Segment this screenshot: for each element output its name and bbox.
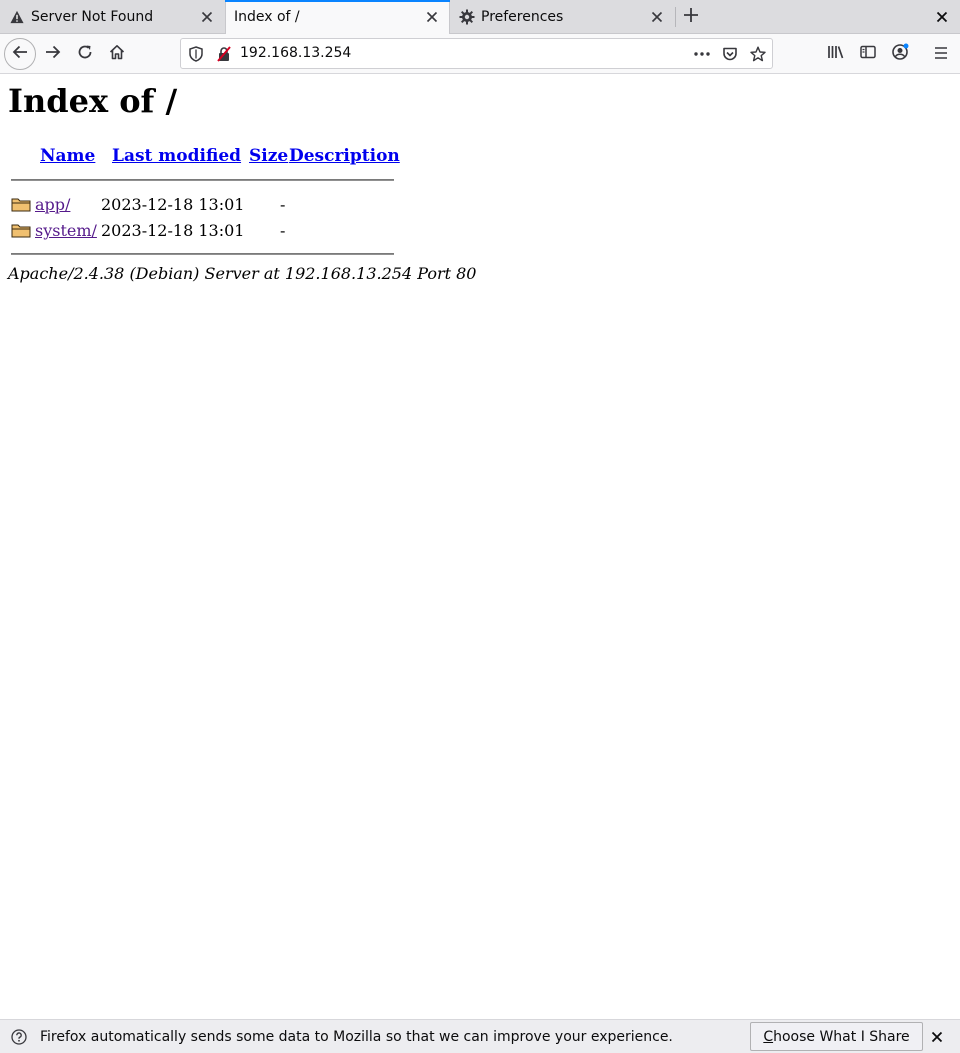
notification-message: Firefox automatically sends some data to… [40, 1029, 673, 1045]
close-tab-icon[interactable] [649, 9, 665, 25]
tab-server-not-found[interactable]: Server Not Found [0, 0, 225, 34]
entry-size: - [280, 195, 286, 214]
page-content: Index of / Name Last modified Size Descr… [0, 74, 960, 1019]
entry-size: - [280, 221, 286, 240]
sort-by-description-link[interactable]: Description [289, 146, 400, 166]
entry-link[interactable]: app/ [35, 195, 70, 214]
page-actions-icon[interactable] [693, 45, 711, 63]
pocket-icon[interactable] [721, 45, 739, 63]
plus-icon [683, 7, 699, 27]
tab-separator [675, 7, 676, 27]
close-window-button[interactable] [932, 7, 952, 27]
tab-preferences[interactable]: Preferences [450, 0, 675, 34]
help-icon [11, 1029, 27, 1045]
gear-icon [459, 9, 475, 25]
entry-modified: 2023-12-18 13:01 [101, 221, 245, 240]
folder-icon [11, 222, 31, 238]
sidebar-icon [860, 44, 876, 64]
choose-what-i-share-button[interactable]: Choose What I Share [750, 1022, 923, 1051]
close-tab-icon[interactable] [424, 9, 440, 25]
close-tab-icon[interactable] [199, 9, 215, 25]
insecure-lock-icon[interactable] [215, 45, 233, 63]
navigation-toolbar: 192.168.13.254 [0, 34, 960, 74]
menu-button[interactable] [930, 43, 952, 65]
close-icon [936, 8, 948, 27]
reload-button[interactable] [69, 38, 101, 70]
sidebar-button[interactable] [857, 43, 879, 65]
reload-icon [77, 44, 93, 64]
tab-label: Preferences [481, 9, 564, 25]
home-button[interactable] [101, 38, 133, 70]
url-text[interactable]: 192.168.13.254 [240, 45, 351, 61]
sort-by-last-modified-link[interactable]: Last modified [112, 146, 241, 166]
new-tab-button[interactable] [681, 7, 701, 27]
arrow-right-icon [45, 44, 61, 64]
library-button[interactable] [825, 43, 847, 65]
forward-button[interactable] [37, 38, 69, 70]
page-title: Index of / [8, 82, 178, 120]
server-signature: Apache/2.4.38 (Debian) Server at 192.168… [8, 264, 477, 283]
library-icon [827, 44, 845, 64]
tab-label: Index of / [234, 9, 300, 25]
hamburger-icon [933, 45, 949, 64]
shield-icon[interactable] [187, 45, 205, 63]
back-button[interactable] [4, 38, 36, 70]
home-icon [109, 44, 125, 64]
close-notification-button[interactable] [929, 1029, 945, 1045]
data-collection-notification: Firefox automatically sends some data to… [0, 1019, 960, 1053]
entry-link[interactable]: system/ [35, 221, 97, 240]
button-accesskey: C [763, 1028, 774, 1045]
folder-icon [11, 196, 31, 212]
divider [11, 253, 394, 255]
warning-icon [9, 9, 25, 25]
account-button[interactable] [889, 43, 911, 65]
divider [11, 179, 394, 181]
arrow-left-icon [12, 44, 28, 64]
url-bar[interactable]: 192.168.13.254 [180, 38, 773, 69]
sort-by-name-link[interactable]: Name [40, 146, 95, 166]
entry-modified: 2023-12-18 13:01 [101, 195, 245, 214]
tab-label: Server Not Found [31, 9, 154, 25]
tab-strip: Server Not Found Index of / Preferences [0, 0, 960, 34]
bookmark-star-icon[interactable] [749, 45, 767, 63]
account-icon [891, 43, 909, 65]
tab-index-of[interactable]: Index of / [225, 0, 450, 34]
button-label: hoose What I Share [773, 1028, 910, 1045]
sort-by-size-link[interactable]: Size [249, 146, 288, 166]
